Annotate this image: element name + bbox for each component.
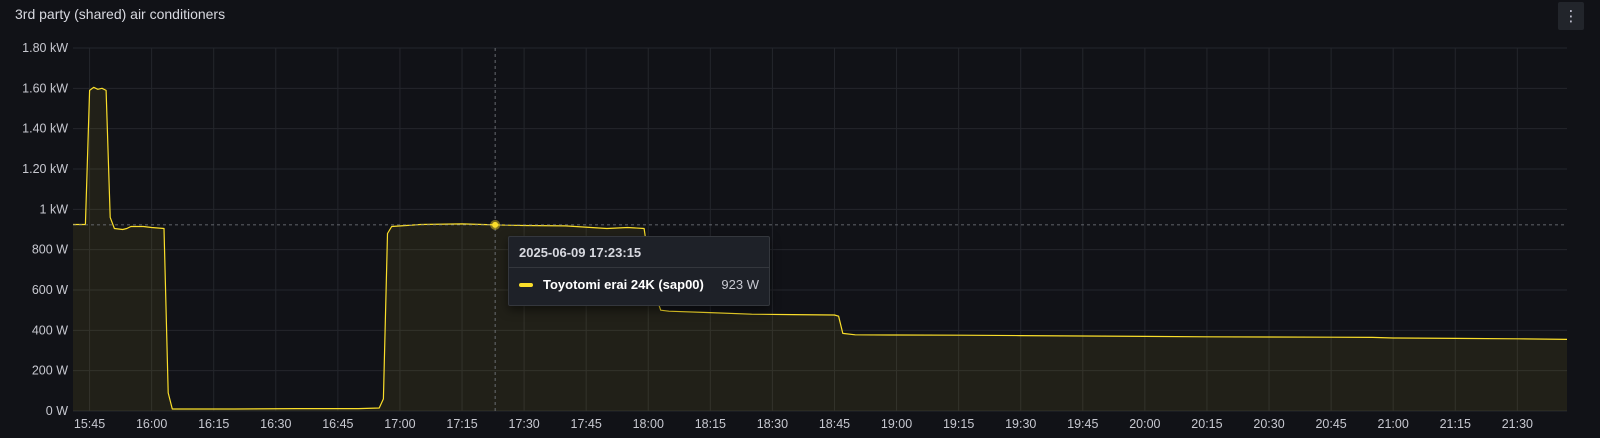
y-tick-label: 1.80 kW xyxy=(22,41,68,55)
tooltip-series-name: Toyotomi erai 24K (sap00) xyxy=(543,277,704,292)
tooltip-series-row: Toyotomi erai 24K (sap00) 923 W xyxy=(519,277,759,292)
x-tick-label: 20:30 xyxy=(1253,417,1284,431)
x-tick-label: 17:30 xyxy=(508,417,539,431)
y-tick-label: 600 W xyxy=(32,283,68,297)
x-tick-label: 21:15 xyxy=(1440,417,1471,431)
y-tick-label: 1.40 kW xyxy=(22,122,68,136)
y-tick-label: 1 kW xyxy=(40,202,69,216)
x-tick-label: 18:00 xyxy=(633,417,664,431)
x-tick-label: 20:00 xyxy=(1129,417,1160,431)
y-tick-label: 1.60 kW xyxy=(22,81,68,95)
hover-tooltip: 2025-06-09 17:23:15 Toyotomi erai 24K (s… xyxy=(508,236,770,306)
tooltip-timestamp: 2025-06-09 17:23:15 xyxy=(519,245,642,260)
x-tick-label: 20:15 xyxy=(1191,417,1222,431)
x-tick-label: 18:15 xyxy=(695,417,726,431)
y-tick-label: 0 W xyxy=(46,404,68,418)
x-tick-label: 16:00 xyxy=(136,417,167,431)
x-tick-label: 17:00 xyxy=(384,417,415,431)
hover-point xyxy=(492,221,499,228)
x-tick-label: 19:30 xyxy=(1005,417,1036,431)
series-area-fill xyxy=(73,87,1567,412)
y-tick-label: 400 W xyxy=(32,323,68,337)
x-tick-label: 19:15 xyxy=(943,417,974,431)
x-tick-label: 21:30 xyxy=(1502,417,1533,431)
x-tick-label: 17:15 xyxy=(446,417,477,431)
x-tick-label: 15:45 xyxy=(74,417,105,431)
timeseries-chart[interactable]: 0 W 200 W 400 W 600 W 800 W 1 kW 1.20 kW 1.40 k… xyxy=(0,0,1600,438)
chart-panel: 3rd party (shared) air conditioners ⋮ 0 … xyxy=(0,0,1600,438)
tooltip-divider xyxy=(509,267,769,268)
series-color-swatch xyxy=(519,282,533,287)
x-tick-label: 17:45 xyxy=(571,417,602,431)
x-tick-label: 20:45 xyxy=(1315,417,1346,431)
x-tick-label: 16:15 xyxy=(198,417,229,431)
x-tick-label: 19:45 xyxy=(1067,417,1098,431)
y-tick-label: 800 W xyxy=(32,243,68,257)
x-tick-label: 21:00 xyxy=(1378,417,1409,431)
tooltip-series-value: 923 W xyxy=(721,277,759,292)
x-tick-label: 16:45 xyxy=(322,417,353,431)
y-tick-label: 1.20 kW xyxy=(22,162,68,176)
x-tick-label: 18:45 xyxy=(819,417,850,431)
x-tick-label: 16:30 xyxy=(260,417,291,431)
x-tick-label: 18:30 xyxy=(757,417,788,431)
x-tick-label: 19:00 xyxy=(881,417,912,431)
y-tick-label: 200 W xyxy=(32,364,68,378)
